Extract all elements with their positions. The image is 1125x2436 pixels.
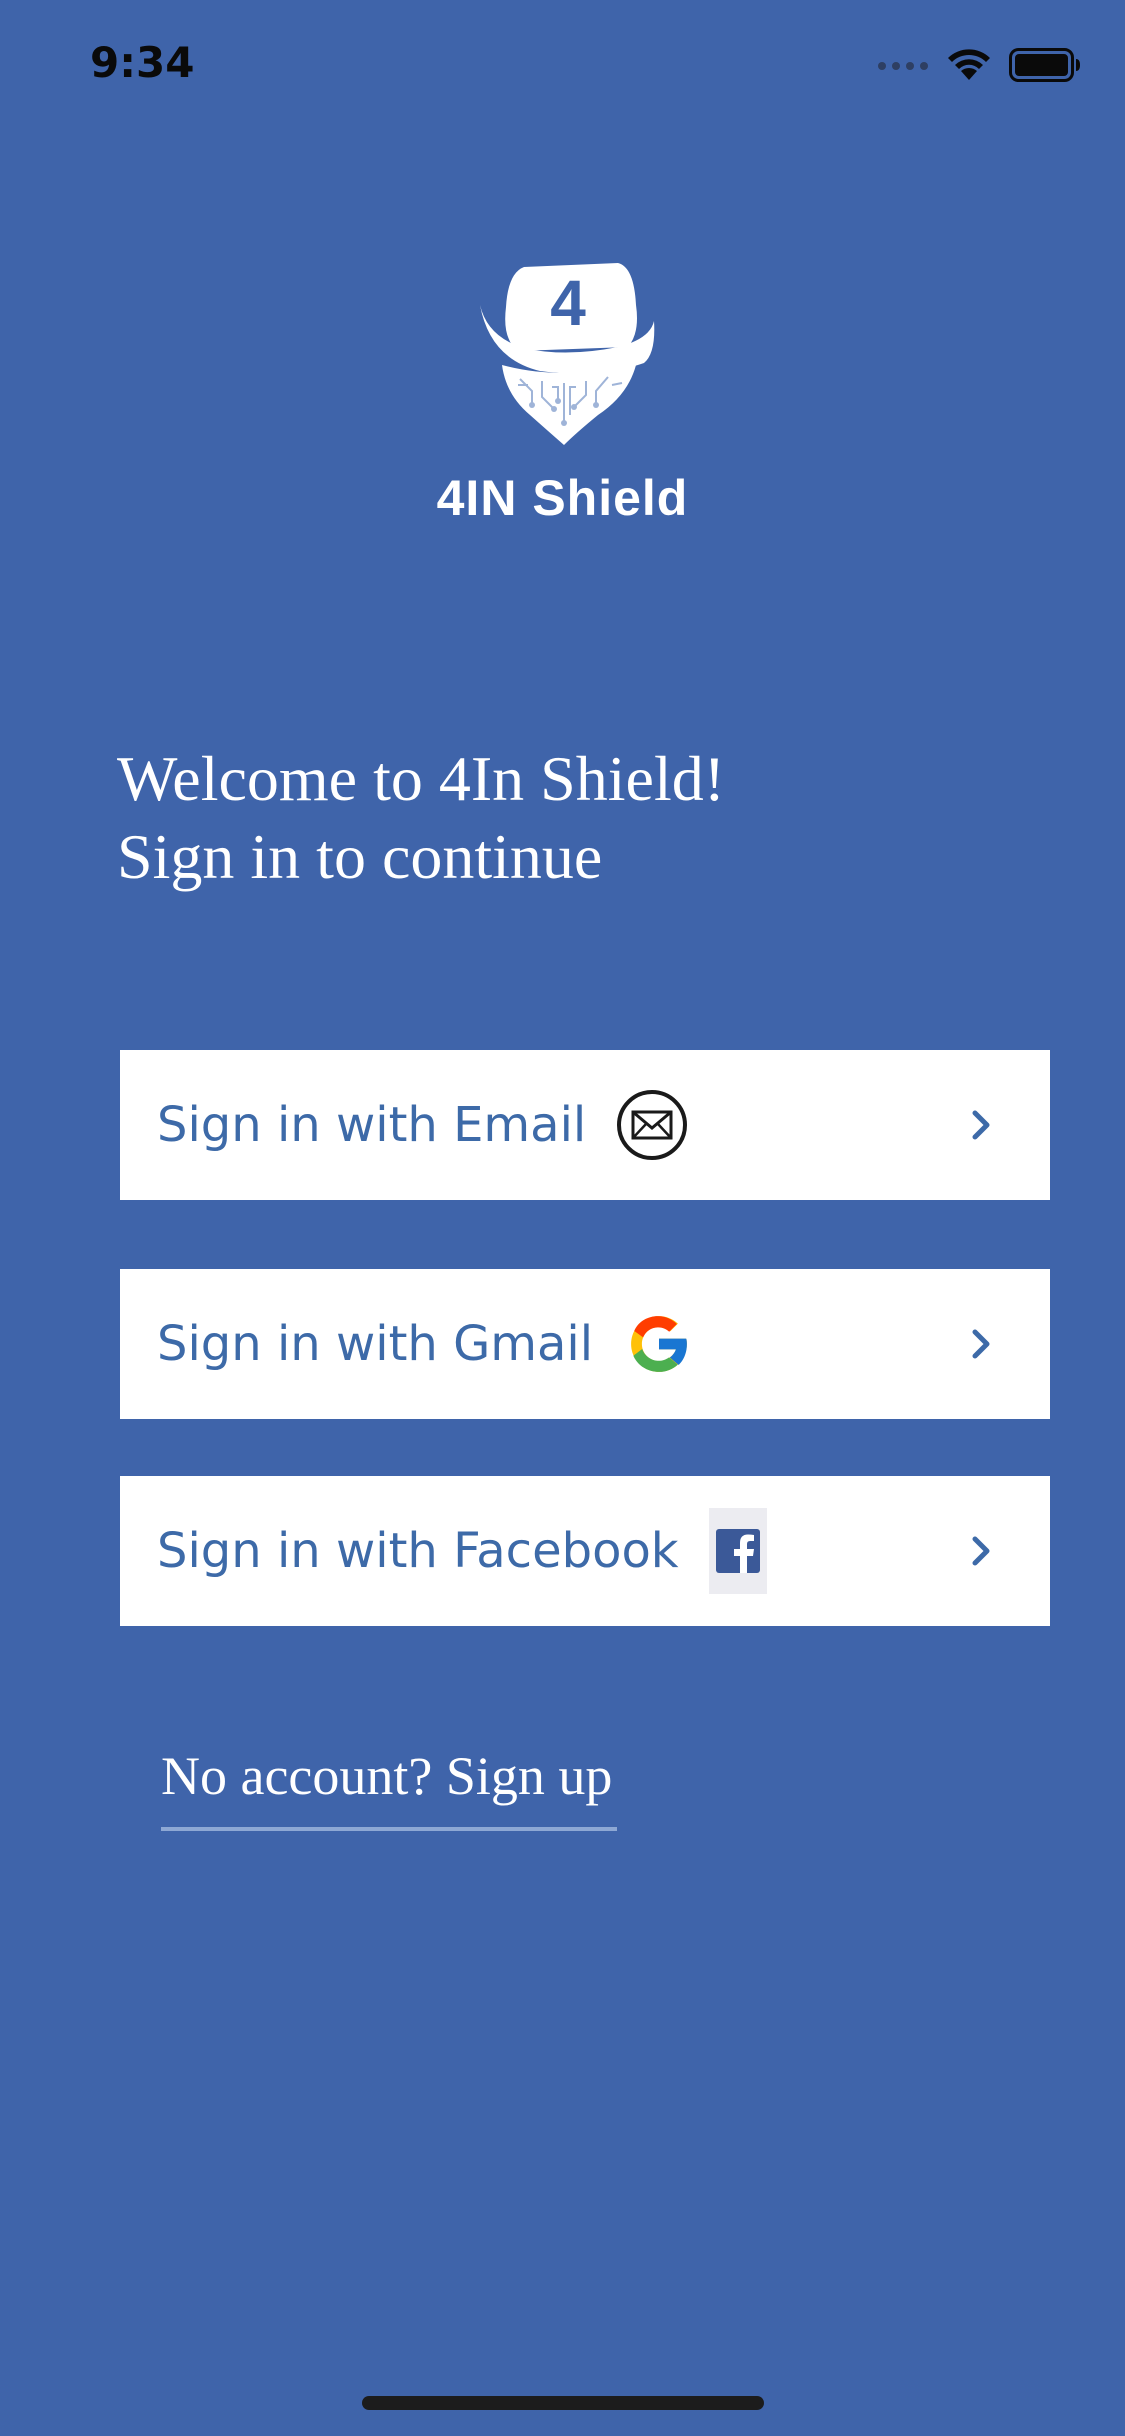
sign-in-gmail-button[interactable]: Sign in with Gmail [120,1269,1050,1419]
chevron-right-icon [972,1329,990,1359]
battery-icon [1009,48,1081,87]
chevron-right-icon [972,1536,990,1566]
shield-hat-logo-icon: 4 [479,263,654,445]
facebook-icon [708,1508,767,1594]
status-icons [877,48,1081,87]
google-icon [623,1308,695,1380]
sign-in-gmail-label: Sign in with Gmail [157,1316,594,1372]
status-time: 9:34 [90,38,195,87]
chevron-right-icon [972,1110,990,1140]
logo-badge-text: 4 [550,267,586,339]
sign-in-facebook-button[interactable]: Sign in with Facebook [120,1476,1050,1626]
welcome-heading: Welcome to 4In Shield! Sign in to contin… [117,740,1017,896]
app-name: 4IN Shield [436,470,689,526]
app-logo: 4 4IN Shield [0,255,1125,527]
sign-in-email-label: Sign in with Email [157,1097,587,1153]
wifi-icon [947,48,991,87]
status-bar: 9:34 [0,0,1125,140]
sign-in-facebook-label: Sign in with Facebook [157,1523,679,1579]
envelope-icon [616,1089,688,1161]
home-indicator[interactable] [362,2396,764,2410]
welcome-line: Welcome to 4In Shield! [117,743,726,814]
signal-dots-icon [877,59,929,77]
sign-up-link[interactable]: No account? Sign up [161,1745,617,1831]
sign-in-email-button[interactable]: Sign in with Email [120,1050,1050,1200]
subtitle-line: Sign in to continue [117,821,603,892]
